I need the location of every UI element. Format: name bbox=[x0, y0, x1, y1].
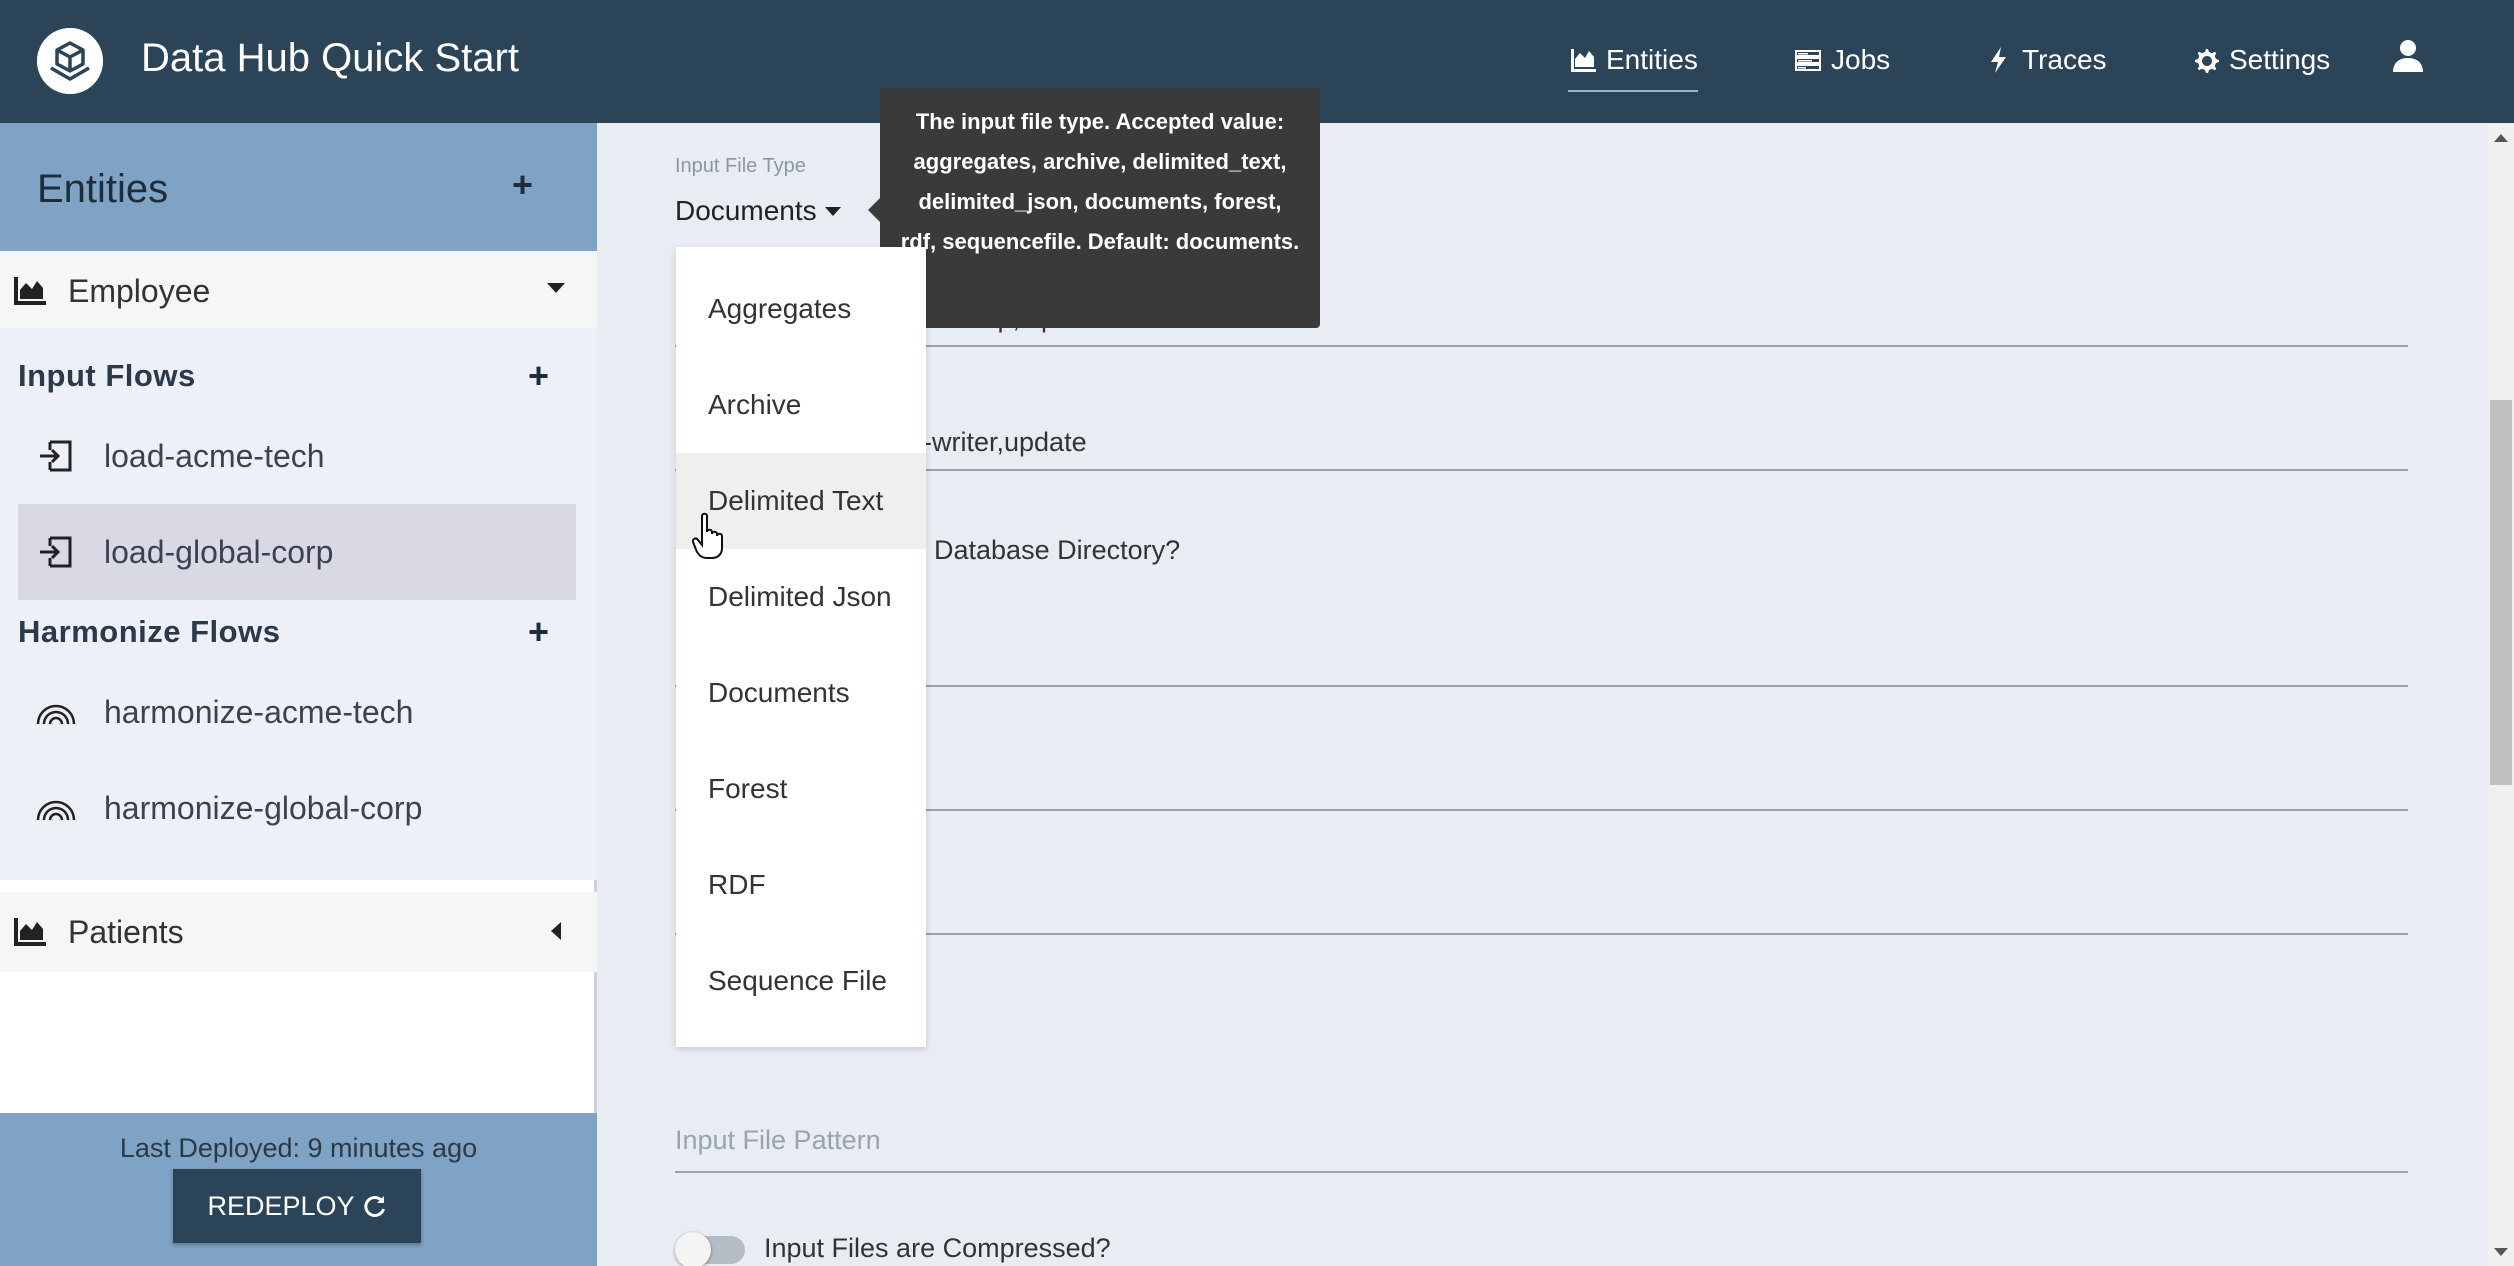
entity-employee[interactable]: Employee bbox=[0, 251, 597, 331]
sidebar: Entities + Employee Input Flows + load-a… bbox=[0, 123, 597, 1266]
caret-down-icon bbox=[824, 206, 841, 216]
hand-cursor-icon bbox=[692, 512, 723, 559]
add-harmonize-flow-button[interactable]: + bbox=[528, 614, 549, 650]
input-file-type-select[interactable]: Documents bbox=[675, 195, 841, 227]
flow-item-harmonize-acme-tech[interactable]: harmonize-acme-tech bbox=[18, 664, 576, 760]
refresh-icon bbox=[363, 1196, 385, 1217]
nav-settings[interactable]: Settings bbox=[2191, 44, 2330, 76]
nav-jobs[interactable]: Jobs bbox=[1793, 44, 1890, 76]
input-flows-heading: Input Flows bbox=[18, 358, 196, 393]
compressed-label: Input Files are Compressed? bbox=[764, 1233, 1111, 1263]
nav-settings-label: Settings bbox=[2229, 44, 2331, 75]
app-logo[interactable] bbox=[37, 28, 103, 94]
redeploy-label: REDEPLOY bbox=[207, 1190, 355, 1221]
last-deployed-text: Last Deployed: 9 minutes ago bbox=[119, 1133, 478, 1163]
field-underline bbox=[675, 809, 2408, 811]
option-aggregates[interactable]: Aggregates bbox=[676, 261, 926, 357]
sidebar-title: Entities bbox=[37, 167, 169, 211]
entity-patients[interactable]: Patients bbox=[0, 892, 597, 972]
sign-in-icon bbox=[40, 536, 72, 568]
chart-area-icon bbox=[14, 277, 46, 305]
nav-traces-label: Traces bbox=[2022, 44, 2107, 75]
collections-underline bbox=[675, 345, 2408, 347]
tooltip-arrow bbox=[868, 198, 880, 222]
permissions-underline bbox=[675, 469, 2408, 471]
input-file-type-label: Input File Type bbox=[675, 155, 806, 177]
add-entity-button[interactable]: + bbox=[512, 167, 533, 203]
flow-item-load-global-corp[interactable]: load-global-corp bbox=[18, 504, 576, 600]
flow-item-load-acme-tech[interactable]: load-acme-tech bbox=[18, 408, 576, 504]
permissions-field[interactable]: st-writer,update bbox=[902, 427, 1087, 458]
flow-label: harmonize-acme-tech bbox=[104, 694, 414, 730]
chevron-left-icon[interactable] bbox=[551, 922, 561, 940]
nav-entities[interactable]: Entities bbox=[1568, 44, 1698, 92]
entity-name: Patients bbox=[68, 914, 184, 950]
sign-in-icon bbox=[40, 440, 72, 472]
option-documents[interactable]: Documents bbox=[676, 645, 926, 741]
gear-icon bbox=[2195, 49, 2219, 73]
input-file-type-tooltip: The input file type. Accepted value: agg… bbox=[880, 88, 1320, 328]
harmonize-flows-heading: Harmonize Flows bbox=[18, 614, 281, 649]
nav-jobs-label: Jobs bbox=[1831, 44, 1891, 75]
flow-label: load-acme-tech bbox=[104, 438, 325, 474]
scrollbar-thumb[interactable] bbox=[2490, 400, 2512, 785]
entity-name: Employee bbox=[68, 273, 211, 309]
user-icon[interactable] bbox=[2388, 36, 2428, 76]
input-file-type-value: Documents bbox=[675, 195, 817, 226]
input-file-pattern-underline bbox=[675, 1171, 2408, 1173]
app-title[interactable]: Data Hub Quick Start bbox=[141, 36, 519, 81]
flow-item-harmonize-global-corp[interactable]: harmonize-global-corp bbox=[18, 760, 576, 856]
add-input-flow-button[interactable]: + bbox=[528, 358, 549, 394]
rainbow-icon bbox=[36, 704, 76, 725]
option-rdf[interactable]: RDF bbox=[676, 837, 926, 933]
scroll-up-arrow-icon[interactable] bbox=[2494, 134, 2508, 142]
option-sequence-file[interactable]: Sequence File bbox=[676, 933, 926, 1029]
toggle-knob bbox=[675, 1232, 711, 1266]
redeploy-button[interactable]: REDEPLOY bbox=[173, 1169, 421, 1243]
rainbow-icon bbox=[36, 800, 76, 821]
chart-area-icon bbox=[1571, 49, 1596, 72]
employee-flows: Input Flows + load-acme-tech load-global… bbox=[0, 328, 597, 880]
option-delimited-json[interactable]: Delimited Json bbox=[676, 549, 926, 645]
nav-traces[interactable]: Traces bbox=[1984, 44, 2107, 76]
nav-entities-label: Entities bbox=[1606, 44, 1698, 75]
input-file-type-menu: Aggregates Archive Delimited Text Delimi… bbox=[676, 247, 926, 1047]
flow-label: load-global-corp bbox=[104, 534, 334, 570]
flow-label: harmonize-global-corp bbox=[104, 790, 423, 826]
compressed-toggle[interactable] bbox=[675, 1232, 745, 1266]
tasks-icon bbox=[1795, 50, 1821, 71]
sidebar-header: Entities + bbox=[0, 123, 597, 251]
field-underline bbox=[675, 685, 2408, 687]
field-underline bbox=[675, 933, 2408, 935]
option-forest[interactable]: Forest bbox=[676, 741, 926, 837]
chevron-down-icon[interactable] bbox=[547, 283, 565, 293]
db-directory-label: Database Directory? bbox=[934, 535, 1181, 565]
chart-area-icon bbox=[14, 918, 46, 946]
sidebar-footer: Last Deployed: 9 minutes ago REDEPLOY bbox=[0, 1113, 597, 1266]
input-file-pattern-field[interactable]: Input File Pattern bbox=[675, 1125, 881, 1156]
option-archive[interactable]: Archive bbox=[676, 357, 926, 453]
bolt-icon bbox=[1991, 47, 2006, 73]
scroll-down-arrow-icon[interactable] bbox=[2494, 1248, 2508, 1256]
